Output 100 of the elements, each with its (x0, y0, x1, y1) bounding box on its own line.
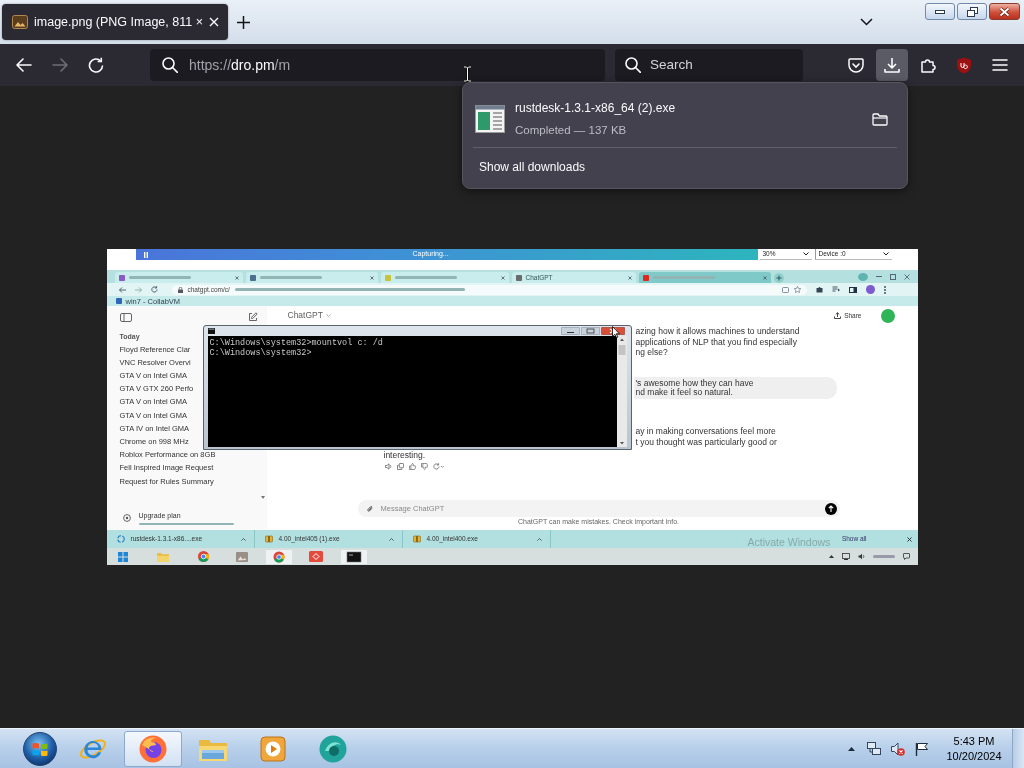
bookmark-favicon-icon (115, 298, 122, 304)
browser-tab[interactable] (245, 272, 378, 283)
sidebar-toggle-icon[interactable] (119, 312, 132, 322)
puzzle-icon[interactable] (815, 286, 823, 293)
tray-arrow-icon[interactable] (848, 746, 855, 751)
reload-icon[interactable] (150, 286, 158, 293)
restore-icon (966, 6, 978, 17)
search-icon (162, 57, 178, 73)
terminal-icon[interactable] (340, 549, 367, 564)
blurred-tab-title (259, 276, 322, 279)
speaker-icon[interactable] (384, 463, 392, 470)
back-arrow-icon (16, 58, 32, 72)
program-file-icon (475, 104, 505, 134)
volume-icon[interactable] (857, 553, 865, 560)
search-icon (625, 57, 641, 73)
downloads-button[interactable] (876, 49, 908, 81)
maximize-icon[interactable] (889, 273, 896, 280)
console-text: C:\Windows\system32>mountvol c: /d C:\Windows\system32> (208, 337, 384, 360)
swirl-logo-icon (319, 734, 347, 763)
tray-arrow-icon[interactable] (828, 555, 834, 558)
console-app-icon (207, 328, 215, 334)
clock[interactable]: 5:43 PM 10/20/2024 (942, 730, 1006, 767)
firefox-button[interactable] (124, 730, 182, 767)
download-icon (884, 57, 900, 73)
playlist-icon[interactable] (831, 286, 840, 293)
show-all-downloads-button[interactable]: Show all downloads (471, 152, 594, 182)
ring-icon (122, 514, 131, 522)
restore-button[interactable] (957, 3, 987, 20)
speech-bubble-icon[interactable] (902, 553, 910, 560)
address-field[interactable]: https://dro.pm/m (150, 49, 605, 81)
chevron-down-icon (325, 314, 331, 317)
browser-tab[interactable]: image.png (PNG Image, 811 × (2, 4, 228, 40)
chrome-icon[interactable] (265, 549, 292, 564)
back-arrow-icon[interactable] (118, 286, 126, 293)
download-filename: rustdesk-1.3.1-x86_64 (2).exe (515, 99, 676, 117)
chevron-down-icon (802, 252, 809, 256)
puzzle-icon (920, 57, 936, 73)
photo-app-icon[interactable] (235, 551, 248, 562)
pause-icon (143, 251, 148, 258)
network-icon[interactable] (867, 741, 881, 756)
thumbs-down-icon[interactable] (420, 463, 428, 470)
chevron-up-icon (536, 537, 542, 541)
scroll-arrow-icon[interactable] (260, 496, 265, 499)
spinner-icon (116, 535, 125, 543)
flag-icon[interactable] (915, 741, 929, 756)
console-scrollbar[interactable] (616, 336, 627, 447)
search-field[interactable]: Search (615, 49, 803, 81)
close-button[interactable] (989, 3, 1020, 20)
volume-muted-icon[interactable] (891, 741, 905, 756)
send-icon[interactable] (824, 502, 837, 515)
minimize-button[interactable] (925, 3, 955, 20)
close-icon (999, 6, 1010, 17)
upload-icon (834, 312, 842, 319)
lock-icon (177, 286, 183, 293)
thumbs-up-icon[interactable] (408, 463, 416, 470)
chat-message-text: ay in making conversations feel more t you thought was particularly good or (635, 426, 777, 447)
search-input[interactable]: Search (650, 54, 790, 76)
sidebar-icon[interactable] (848, 286, 857, 293)
regenerate-icon[interactable] (432, 463, 444, 470)
new-tab-icon[interactable] (237, 15, 250, 29)
shield-icon (956, 56, 972, 74)
blurred-clock-text (872, 555, 895, 558)
rectangle-icon[interactable] (781, 286, 789, 293)
maximize-icon[interactable] (580, 327, 600, 335)
minimize-icon (935, 9, 945, 14)
windows-logo-icon[interactable] (117, 551, 128, 562)
archive-icon (412, 535, 421, 543)
attach-icon[interactable] (366, 504, 373, 513)
play-icon (260, 735, 286, 762)
chat-message-text: interesting. (383, 451, 426, 460)
chevron-up-icon (240, 537, 246, 541)
minimize-icon[interactable] (560, 327, 580, 335)
browser-tab[interactable] (638, 272, 771, 283)
download-status: Completed — 137 KB (515, 122, 628, 138)
browser-tab[interactable] (114, 272, 243, 283)
folder-icon[interactable] (872, 112, 888, 126)
diamond-app-icon[interactable] (308, 551, 323, 562)
avatar-icon[interactable] (865, 285, 875, 294)
model-selector[interactable]: ChatGPT (287, 309, 331, 322)
star-icon[interactable] (793, 286, 801, 293)
text-cursor-icon (463, 66, 472, 82)
menu-icon (992, 59, 1008, 71)
blurred-tab-title (128, 276, 191, 279)
more-menu-icon[interactable] (883, 285, 886, 294)
archive-icon (264, 535, 273, 543)
blurred-tab-title (394, 276, 457, 279)
copy-icon[interactable] (396, 463, 404, 470)
chrome-icon[interactable] (197, 551, 209, 562)
avatar-icon[interactable] (880, 308, 895, 323)
monitor-icon[interactable] (841, 553, 850, 560)
new-chat-icon[interactable] (247, 312, 258, 322)
reload-icon (88, 57, 104, 73)
chevron-down-icon[interactable] (860, 18, 873, 26)
windows-orb-icon (23, 731, 57, 766)
chat-message-text: azing how it allows machines to understand applications of NLP that you find especially ng else? (635, 326, 800, 358)
close-icon[interactable] (906, 536, 912, 542)
image-file-icon (12, 15, 28, 29)
chevron-down-icon (882, 252, 889, 256)
pocket-icon (848, 57, 864, 73)
forward-arrow-icon (52, 58, 68, 72)
